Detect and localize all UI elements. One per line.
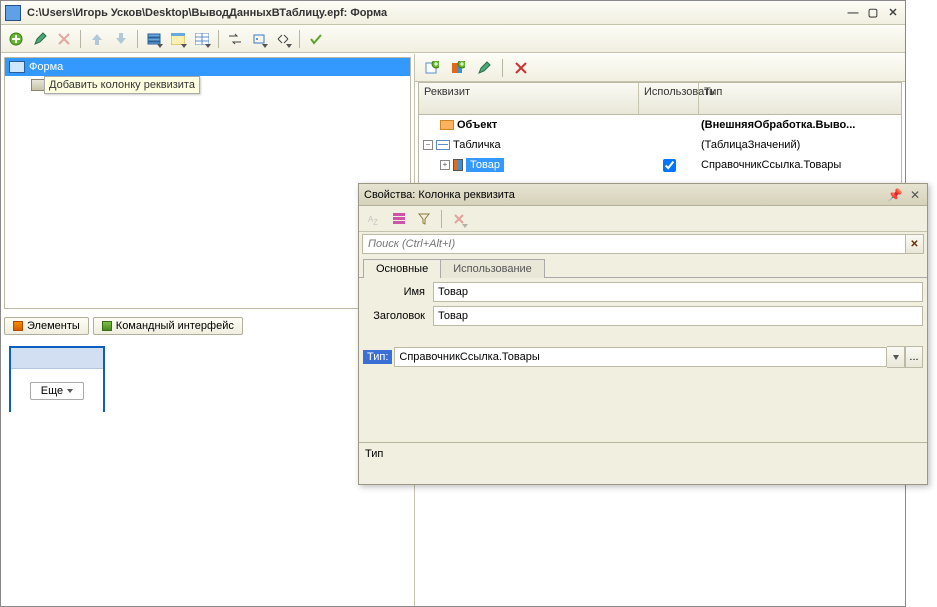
command-panel-icon: [31, 79, 45, 91]
expand-icon[interactable]: +: [440, 160, 450, 170]
clear-search-icon[interactable]: ✕: [906, 234, 924, 254]
input-name[interactable]: [433, 282, 923, 302]
window-title: C:\Users\Игорь Усков\Desktop\ВыводДанных…: [27, 7, 839, 19]
tab-label: Элементы: [27, 320, 80, 332]
props-title: Свойства: Колонка реквизита: [364, 189, 882, 201]
properties-panel: Свойства: Колонка реквизита 📌 ✕ AZ ✕ Осн…: [358, 183, 928, 485]
attributes-toolbar: Добавить колонку реквизита: [415, 54, 905, 82]
props-tab-usage[interactable]: Использование: [440, 259, 545, 278]
tree-row-form[interactable]: Форма: [5, 58, 410, 76]
form-preview: Еще: [9, 346, 105, 412]
table-row[interactable]: Объект (ВнешняяОбработка.Выво...: [419, 115, 901, 135]
svg-text:Z: Z: [373, 218, 378, 225]
props-search-input[interactable]: [362, 234, 906, 254]
form-icon: [9, 61, 25, 73]
object-icon: [440, 120, 454, 130]
tab-label: Командный интерфейс: [116, 320, 234, 332]
minimize-button[interactable]: —: [845, 6, 861, 20]
properties-icon[interactable]: [248, 28, 270, 50]
tooltip: Добавить колонку реквизита: [44, 76, 200, 94]
cell-type: (ВнешняяОбработка.Выво...: [699, 119, 901, 131]
props-tab-main[interactable]: Основные: [363, 259, 441, 278]
swap-icon[interactable]: [224, 28, 246, 50]
collapse-icon[interactable]: −: [423, 140, 433, 150]
delete-icon[interactable]: [53, 28, 75, 50]
add-attribute-icon[interactable]: [421, 57, 443, 79]
delete-prop-icon[interactable]: [448, 208, 470, 230]
expand-icon[interactable]: [272, 28, 294, 50]
status-label: Тип: [365, 448, 383, 460]
pin-icon[interactable]: 📌: [888, 188, 902, 202]
col-header-attribute[interactable]: Реквизит: [419, 83, 639, 114]
add-column-icon[interactable]: [447, 57, 469, 79]
col-header-use[interactable]: Использовать: [639, 83, 699, 114]
main-toolbar: [1, 25, 905, 53]
form-file-icon: [5, 5, 21, 21]
cell-label: Товар: [466, 158, 504, 172]
table-icon: [436, 140, 450, 150]
tab-elements[interactable]: Элементы: [4, 317, 89, 335]
edit-icon[interactable]: [29, 28, 51, 50]
edit-attribute-icon[interactable]: [473, 57, 495, 79]
insert-table-icon[interactable]: [191, 28, 213, 50]
type-dropdown-icon[interactable]: [887, 346, 905, 368]
insert-group-icon[interactable]: [143, 28, 165, 50]
move-up-icon[interactable]: [86, 28, 108, 50]
cell-type: (ТаблицаЗначений): [699, 139, 901, 151]
titlebar: C:\Users\Игорь Усков\Desktop\ВыводДанных…: [1, 1, 905, 25]
lbl-header: Заголовок: [363, 310, 433, 322]
type-select-button[interactable]: ...: [905, 346, 923, 368]
delete-attribute-icon[interactable]: [510, 57, 532, 79]
close-icon[interactable]: ✕: [908, 188, 922, 202]
main-window: C:\Users\Игорь Усков\Desktop\ВыводДанных…: [0, 0, 906, 607]
cell-label: Табличка: [453, 139, 501, 151]
insert-form-icon[interactable]: [167, 28, 189, 50]
cell-label: Объект: [457, 119, 497, 131]
maximize-button[interactable]: ▢: [865, 6, 881, 20]
chevron-down-icon: [67, 389, 73, 393]
table-row[interactable]: − Табличка (ТаблицаЗначений): [419, 135, 901, 155]
column-icon: [453, 159, 463, 171]
table-row[interactable]: + Товар СправочникСсылка.Товары: [419, 155, 901, 175]
use-checkbox[interactable]: [663, 159, 676, 172]
check-icon[interactable]: [305, 28, 327, 50]
close-button[interactable]: ✕: [885, 6, 901, 20]
lbl-name: Имя: [363, 286, 433, 298]
input-header[interactable]: [433, 306, 923, 326]
more-button[interactable]: Еще: [30, 382, 84, 400]
props-toolbar: AZ: [359, 206, 927, 232]
tab-command-interface[interactable]: Командный интерфейс: [93, 317, 243, 335]
tree-label: Форма: [29, 61, 63, 73]
left-pane: Форма Командная панель Элементы Командны…: [1, 54, 415, 606]
more-label: Еще: [41, 385, 63, 397]
elements-icon: [13, 321, 23, 331]
cmd-interface-icon: [102, 321, 112, 331]
attributes-table: Реквизит Использовать Тип Объект (Внешня…: [418, 82, 902, 192]
sort-icon[interactable]: AZ: [363, 208, 385, 230]
categorized-icon[interactable]: [388, 208, 410, 230]
add-icon[interactable]: [5, 28, 27, 50]
form-tree[interactable]: Форма Командная панель: [4, 57, 411, 309]
col-header-type[interactable]: Тип: [699, 83, 901, 114]
cell-type: СправочникСсылка.Товары: [699, 159, 901, 171]
filter-icon[interactable]: [413, 208, 435, 230]
type-badge: Тип:: [363, 350, 392, 364]
type-value[interactable]: СправочникСсылка.Товары: [394, 347, 887, 367]
move-down-icon[interactable]: [110, 28, 132, 50]
